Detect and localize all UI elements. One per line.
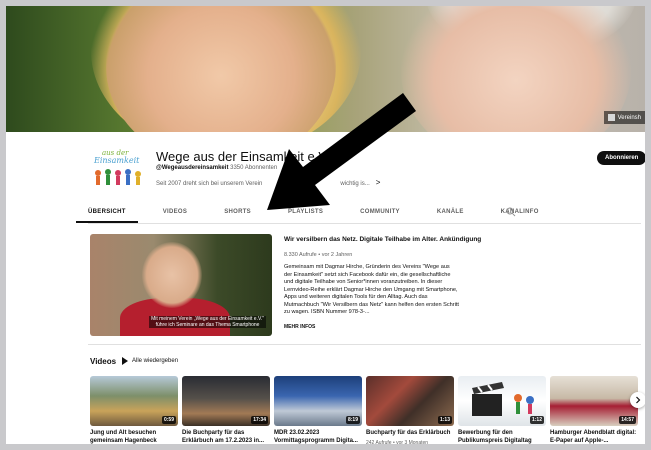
- subscribe-button[interactable]: Abonnieren: [597, 151, 647, 165]
- svg-text:Einsamkeit: Einsamkeit: [93, 156, 140, 165]
- video-card[interactable]: 1:12 Bewerbung für den Publikumspreis Di…: [458, 376, 546, 445]
- video-card[interactable]: 8:19 MDR 23.02.2023 Vormittagsprogramm D…: [274, 376, 362, 445]
- video-title[interactable]: Hamburger Abendblatt digital: E-Paper au…: [550, 430, 638, 445]
- channel-meta: @Wegeausdereinsamkeit 3350 Abonnenten: [156, 165, 277, 171]
- featured-caption-line-2: führe ich Seminare an das Thema Smartpho…: [149, 322, 266, 328]
- play-all-button[interactable]: Alle wiedergeben: [122, 357, 178, 365]
- tab-shorts[interactable]: SHORTS: [224, 207, 251, 223]
- channel-logo[interactable]: aus der Einsamkeit: [88, 143, 148, 188]
- tab-channels[interactable]: KANÄLE: [437, 207, 464, 223]
- video-card[interactable]: 0:59 Jung und Alt besuchen gemeinsam Hag…: [90, 376, 178, 445]
- search-icon[interactable]: [506, 207, 516, 217]
- video-duration: 1:13: [437, 416, 452, 424]
- video-title[interactable]: Jung und Alt besuchen gemeinsam Hagenbec…: [90, 430, 178, 445]
- video-duration: 14:57: [619, 416, 636, 424]
- featured-video-thumbnail[interactable]: Mit meinem Verein „Wege aus der Einsamke…: [90, 234, 272, 336]
- tab-videos[interactable]: VIDEOS: [163, 207, 187, 223]
- chevron-right-icon: [636, 396, 641, 404]
- scroll-right-button[interactable]: [630, 392, 646, 408]
- banner-person-left: [106, 6, 336, 132]
- video-title[interactable]: MDR 23.02.2023 Vormittagsprogramm Digita…: [274, 430, 362, 445]
- featured-video-stats: 8.330 Aufrufe • vor 2 Jahren: [284, 252, 353, 258]
- video-thumbnail[interactable]: 1:13: [366, 376, 454, 426]
- channel-description-end: wichtig is...: [340, 181, 370, 187]
- video-card[interactable]: 17:34 Die Buchparty für das Erklärbuch a…: [182, 376, 270, 445]
- channel-tabs: ÜBERSICHT VIDEOS SHORTS PLAYLISTS COMMUN…: [76, 207, 538, 223]
- link-icon: [607, 114, 615, 121]
- videos-heading[interactable]: Videos: [90, 357, 116, 366]
- channel-description-start: Seit 2007 dreht sich bei unserem Verein: [156, 181, 263, 187]
- channel-handle: @Wegeausdereinsamkeit: [156, 165, 229, 171]
- video-duration: 17:34: [251, 416, 268, 424]
- video-duration: 8:19: [345, 416, 360, 424]
- thumbnail-person-head: [142, 242, 202, 308]
- banner-link-label: Vereinsh: [617, 114, 641, 121]
- featured-video-title[interactable]: Wir versilbern das Netz. Digitale Teilha…: [284, 236, 484, 243]
- video-title[interactable]: Die Buchparty für das Erklärbuch am 17.2…: [182, 430, 270, 445]
- banner-link[interactable]: Vereinsh: [603, 111, 645, 124]
- video-thumbnail[interactable]: 1:12: [458, 376, 546, 426]
- video-card[interactable]: 14:57 Hamburger Abendblatt digital: E-Pa…: [550, 376, 638, 445]
- section-divider: [88, 344, 641, 345]
- subscriber-count: 3350 Abonnenten: [230, 165, 278, 171]
- featured-video-description: Gemeinsam mit Dagmar Hirche, Gründerin d…: [284, 264, 459, 315]
- channel-description[interactable]: Seit 2007 dreht sich bei unserem Verein w…: [156, 178, 380, 187]
- tabs-divider: [88, 223, 641, 224]
- featured-caption: Mit meinem Verein „Wege aus der Einsamke…: [149, 316, 266, 328]
- chevron-right-icon: >: [375, 178, 381, 187]
- video-title[interactable]: Buchparty für das Erklärbuch: [366, 430, 454, 438]
- video-thumbnail[interactable]: 0:59: [90, 376, 178, 426]
- video-title[interactable]: Bewerbung für den Publikumspreis Digital…: [458, 430, 546, 445]
- tab-community[interactable]: COMMUNITY: [360, 207, 400, 223]
- channel-banner: Vereinsh: [6, 6, 645, 132]
- play-all-label: Alle wiedergeben: [132, 358, 179, 364]
- channel-title: Wege aus der Einsamkeit e.V.: [156, 149, 330, 164]
- video-card[interactable]: 1:13 Buchparty für das Erklärbuch 242 Au…: [366, 376, 454, 446]
- tab-playlists[interactable]: PLAYLISTS: [288, 207, 323, 223]
- more-info-link[interactable]: MEHR INFOS: [284, 324, 315, 330]
- video-duration: 0:59: [161, 416, 176, 424]
- video-thumbnail[interactable]: 8:19: [274, 376, 362, 426]
- video-thumbnail[interactable]: 14:57: [550, 376, 638, 426]
- tab-overview[interactable]: ÜBERSICHT: [76, 207, 138, 223]
- banner-person-right: [401, 6, 631, 132]
- video-stats: 242 Aufrufe • vor 3 Monaten: [366, 439, 429, 446]
- video-duration: 1:12: [529, 416, 544, 424]
- play-icon: [122, 357, 128, 365]
- video-thumbnail[interactable]: 17:34: [182, 376, 270, 426]
